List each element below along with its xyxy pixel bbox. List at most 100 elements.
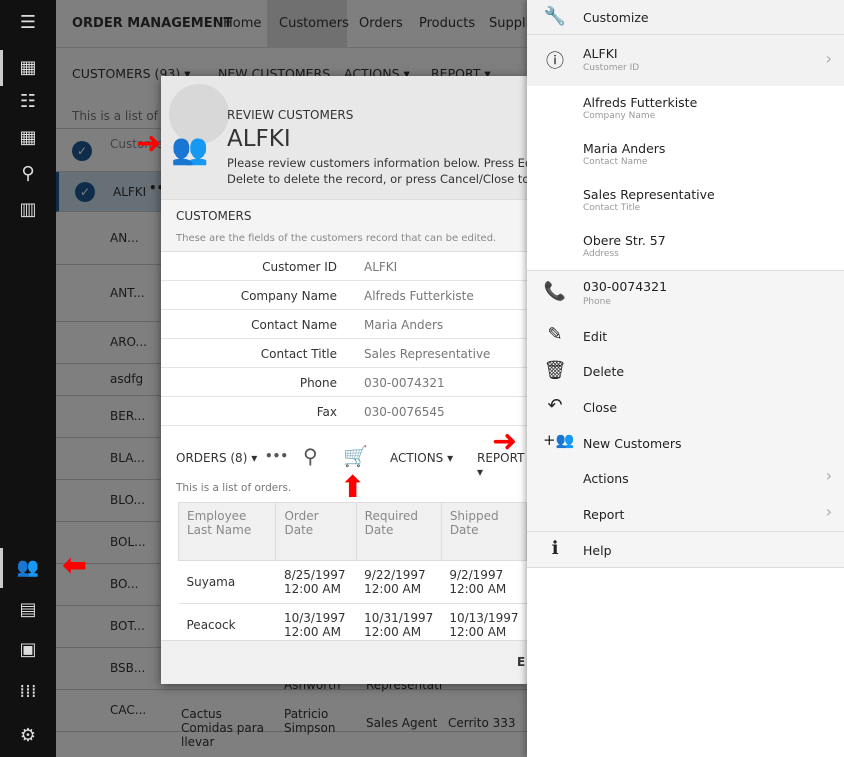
chart-icon[interactable]: ▥ xyxy=(16,198,40,222)
orders-description: This is a list of orders. xyxy=(176,482,292,494)
menu-value: Sales Representative xyxy=(583,187,715,202)
menu-item-detail[interactable]: Obere Str. 57 Address xyxy=(527,224,844,270)
footer-button[interactable]: E xyxy=(517,655,525,669)
menu-label: Report xyxy=(583,507,625,522)
add-to-cart-icon[interactable]: 🛒 xyxy=(343,444,368,468)
field-row: Customer ID ALFKI xyxy=(161,252,527,281)
menu-item-delete[interactable]: 🗑 Delete xyxy=(527,354,844,390)
dialog-header: 👥 REVIEW CUSTOMERS ALFKI Please review c… xyxy=(161,76,527,200)
annotation-arrow-right: ➜ xyxy=(136,126,162,161)
table-cell: Suyama xyxy=(178,560,276,604)
tiles-icon[interactable]: ▦ xyxy=(16,126,40,150)
menu-sublabel: Company Name xyxy=(583,111,656,121)
active-indicator xyxy=(0,50,3,86)
menu-sublabel: Address xyxy=(583,249,619,259)
table-cell: 9/2/1997 12:00 AM xyxy=(441,560,527,604)
menu-item-new-customers[interactable]: +👥 New Customers xyxy=(527,426,844,462)
menu-sublabel: Customer ID xyxy=(583,63,640,73)
undo-icon: ↶ xyxy=(547,395,563,416)
field-value[interactable]: ALFKI xyxy=(364,260,397,274)
chevron-right-icon: › xyxy=(825,49,832,68)
menu-value: ALFKI xyxy=(583,46,618,61)
wrench-icon: 🔧 xyxy=(543,6,567,27)
orders-actions-dropdown[interactable]: ACTIONS ▾ xyxy=(390,451,453,465)
annotation-arrow-up: ⬆ xyxy=(340,470,366,505)
field-row: Phone 030-0074321 xyxy=(161,368,527,397)
menu-sublabel: Contact Name xyxy=(583,157,648,167)
field-value[interactable]: Maria Anders xyxy=(364,318,443,332)
menu-label: Help xyxy=(583,543,612,558)
menu-item-actions[interactable]: Actions › xyxy=(527,461,844,497)
menu-item-detail[interactable]: Alfreds Futterkiste Company Name xyxy=(527,86,844,132)
context-menu-panel: 🔧 Customize ⓘ ALFKI Customer ID › Alfred… xyxy=(527,0,844,757)
field-row: Company Name Alfreds Futterkiste xyxy=(161,281,527,310)
location-icon[interactable]: ⚲ xyxy=(16,162,40,186)
add-group-icon: +👥 xyxy=(543,431,575,449)
orders-dropdown[interactable]: ORDERS (8) ▾ xyxy=(176,451,257,465)
grid-icon[interactable]: ▦ xyxy=(16,56,40,80)
field-value[interactable]: Alfreds Futterkiste xyxy=(364,289,474,303)
apps-icon[interactable]: ⁞⁞⁞ xyxy=(16,680,40,704)
settings-gear-icon[interactable]: ⚙ xyxy=(16,724,40,748)
field-label: Phone xyxy=(299,376,337,390)
field-label: Contact Title xyxy=(260,347,337,361)
menu-label: Delete xyxy=(583,364,625,379)
orders-table: Employee Last Name Order Date Required Dat… xyxy=(177,502,527,647)
dialog-footer: E xyxy=(161,640,527,684)
field-value[interactable]: Sales Representative xyxy=(364,347,490,361)
pencil-icon: ✎ xyxy=(547,324,563,345)
more-icon[interactable]: ••• xyxy=(265,449,288,463)
menu-sublabel: Contact Title xyxy=(583,203,641,213)
column-header[interactable]: Shipped Date xyxy=(440,502,527,561)
review-customers-dialog: 👥 REVIEW CUSTOMERS ALFKI Please review c… xyxy=(161,76,527,684)
menu-item-customer-id[interactable]: ⓘ ALFKI Customer ID › xyxy=(527,35,844,86)
field-value[interactable]: 030-0076545 xyxy=(364,405,445,419)
search-icon[interactable]: ⚲ xyxy=(303,444,318,468)
field-label: Contact Name xyxy=(251,318,337,332)
chevron-right-icon: › xyxy=(825,466,832,485)
menu-item-report[interactable]: Report › xyxy=(527,497,844,532)
menu-item-help[interactable]: ℹ Help xyxy=(527,533,844,568)
gift-icon[interactable]: ▣ xyxy=(16,638,40,662)
table-cell: 9/22/1997 12:00 AM xyxy=(356,560,442,604)
column-header[interactable]: Order Date xyxy=(275,502,357,561)
menu-item-detail[interactable]: Maria Anders Contact Name xyxy=(527,132,844,178)
menu-item-detail[interactable]: Sales Representative Contact Title xyxy=(527,178,844,224)
menu-item-edit[interactable]: ✎ Edit xyxy=(527,318,844,354)
field-label: Fax xyxy=(316,405,337,419)
customers-icon: 👥 xyxy=(171,132,209,167)
phone-icon: 📞 xyxy=(543,281,567,302)
column-header[interactable]: Required Date xyxy=(355,502,442,561)
field-row: Contact Name Maria Anders xyxy=(161,310,527,339)
field-row: Contact Title Sales Representative xyxy=(161,339,527,368)
menu-label: Close xyxy=(583,400,618,415)
list-icon[interactable]: ☷ xyxy=(16,90,40,114)
hamburger-menu-icon[interactable]: ☰ xyxy=(16,11,40,35)
table-row[interactable]: Suyama 8/25/1997 12:00 AM 9/22/1997 12:00 … xyxy=(178,560,527,604)
menu-item-customize[interactable]: 🔧 Customize xyxy=(527,0,844,35)
info-outline-icon: ⓘ xyxy=(546,51,564,72)
info-filled-icon: ℹ xyxy=(551,538,559,559)
trash-icon: 🗑 xyxy=(543,360,567,381)
dialog-kicker: REVIEW CUSTOMERS xyxy=(227,108,354,122)
app-sidebar: ☰ ▦ ☷ ▦ ⚲ ▥ 👥 ▤ ▣ ⁞⁞⁞ ⚙ xyxy=(0,0,56,757)
annotation-arrow-right: ➜ xyxy=(492,424,518,459)
menu-value: Obere Str. 57 xyxy=(583,233,666,248)
section-header: CUSTOMERS These are the fields of the cu… xyxy=(161,200,527,252)
field-row: Fax 030-0076545 xyxy=(161,397,527,426)
menu-item-close[interactable]: ↶ Close xyxy=(527,390,844,426)
section-title: CUSTOMERS xyxy=(176,209,252,223)
menu-item-phone[interactable]: 📞 030-0074321 Phone xyxy=(527,270,844,314)
menu-value: Alfreds Futterkiste xyxy=(583,95,698,110)
customers-icon[interactable]: 👥 xyxy=(16,556,40,580)
receipt-icon[interactable]: ▤ xyxy=(16,598,40,622)
field-value[interactable]: 030-0074321 xyxy=(364,376,445,390)
column-header[interactable]: Employee Last Name xyxy=(177,502,277,561)
menu-value: 030-0074321 xyxy=(583,279,668,294)
field-label: Company Name xyxy=(240,289,337,303)
active-indicator xyxy=(0,548,3,588)
field-label: Customer ID xyxy=(262,260,337,274)
menu-label: Customize xyxy=(583,10,649,25)
annotation-arrow-left: ⬅ xyxy=(62,548,88,583)
menu-label: Edit xyxy=(583,329,608,344)
